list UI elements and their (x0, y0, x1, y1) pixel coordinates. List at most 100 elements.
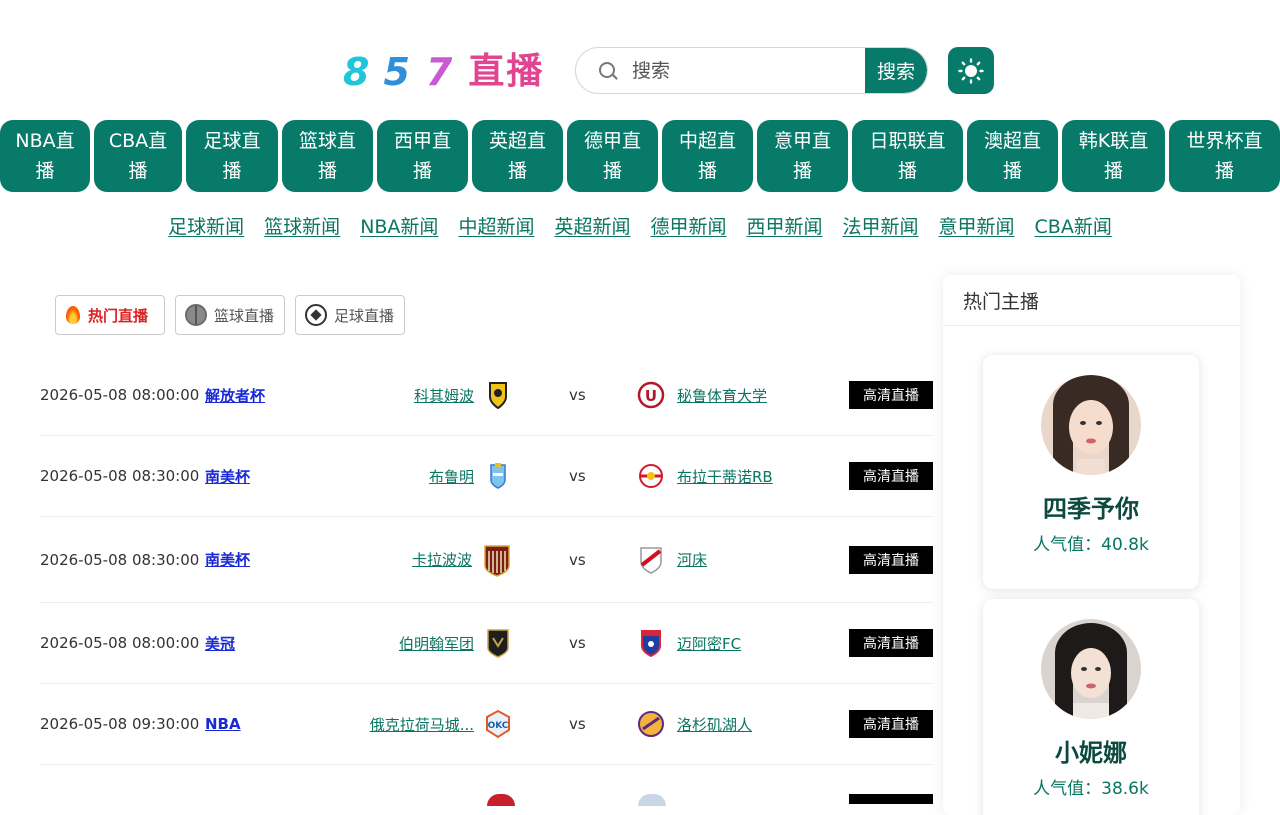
match-league[interactable]: 解放者杯 (205, 355, 265, 435)
news-link-football[interactable]: 足球新闻 (168, 212, 244, 239)
site-logo[interactable]: 8 5 7 直播 (343, 48, 544, 96)
tab-basketball-live-label: 篮球直播 (214, 306, 275, 325)
category-laliga[interactable]: 西甲直播 (377, 120, 468, 192)
category-a-league[interactable]: 澳超直播 (967, 120, 1058, 192)
match-vs: vs (569, 634, 586, 652)
tab-football-live-label: 足球直播 (334, 306, 395, 325)
tab-hot-live-label: 热门直播 (88, 306, 149, 325)
search-icon (598, 61, 618, 81)
match-time: 2026-05-08 08:30:00 (40, 550, 200, 569)
anchor-card[interactable]: 小妮娜 人气值：38.6k (983, 599, 1199, 815)
match-row[interactable]: 2026-05-08 08:30:00 南美杯 布鲁明 vs 布拉干蒂诺RB 高… (40, 436, 933, 517)
news-link-ligue1[interactable]: 法甲新闻 (843, 212, 919, 239)
panel-title: 热门主播 (943, 275, 1240, 326)
away-team-badge-icon (641, 630, 661, 658)
match-home-team[interactable]: 卡拉波波 (412, 517, 512, 602)
news-nav: 足球新闻 篮球新闻 NBA新闻 中超新闻 英超新闻 德甲新闻 西甲新闻 法甲新闻… (0, 212, 1280, 239)
next-row-hd-button[interactable] (849, 794, 933, 804)
category-football[interactable]: 足球直播 (186, 120, 278, 192)
home-team-badge-icon (489, 382, 507, 410)
match-home-team[interactable]: 科其姆波 (414, 355, 512, 435)
hd-live-button[interactable]: 高清直播 (849, 710, 933, 738)
flame-icon (65, 304, 81, 326)
category-premier-league[interactable]: 英超直播 (472, 120, 563, 192)
news-link-nba[interactable]: NBA新闻 (360, 212, 438, 239)
next-row-away-badge-icon (638, 794, 666, 806)
category-cba[interactable]: CBA直播 (94, 120, 182, 192)
anchor-name: 四季予你 (1043, 495, 1139, 523)
anchor-name: 小妮娜 (1055, 739, 1127, 767)
match-away-team[interactable]: 布拉干蒂诺RB (637, 436, 773, 516)
match-time: 2026-05-08 08:00:00 (40, 634, 200, 652)
logo-digit-5: 5 (383, 50, 412, 94)
search-input[interactable] (630, 58, 864, 83)
anchor-card[interactable]: 四季予你 人气值：40.8k (983, 355, 1199, 589)
match-away-team[interactable]: 迈阿密FC (637, 603, 741, 683)
svg-text:OKC: OKC (488, 721, 509, 731)
hot-anchors-panel: 热门主播 四季予你 人气值：40.8k 小妮娜 人气值：38.6k (943, 275, 1240, 815)
category-serie-a[interactable]: 意甲直播 (757, 120, 848, 192)
match-league[interactable]: 南美杯 (205, 517, 250, 602)
away-team-badge-icon (640, 546, 662, 574)
match-row[interactable]: 2026-05-08 08:00:00 解放者杯 科其姆波 vs U 秘鲁体育大… (40, 355, 933, 436)
match-row[interactable]: 2026-05-08 09:30:00 NBA 俄克拉荷马城... OKC vs… (40, 684, 933, 765)
home-team-name: 科其姆波 (413, 386, 474, 405)
home-team-badge-icon (487, 629, 509, 658)
news-link-premier-league[interactable]: 英超新闻 (554, 212, 630, 239)
hd-live-button[interactable]: 高清直播 (849, 381, 933, 409)
match-home-team[interactable]: 布鲁明 (429, 436, 512, 516)
category-nba[interactable]: NBA直播 (0, 120, 90, 192)
logo-digit-7: 7 (425, 50, 455, 94)
category-basketball[interactable]: 篮球直播 (282, 120, 373, 192)
home-team-badge-icon: OKC (486, 709, 510, 739)
away-team-name: 秘鲁体育大学 (677, 386, 768, 405)
match-league[interactable]: 南美杯 (205, 436, 250, 516)
news-link-laliga[interactable]: 西甲新闻 (746, 212, 822, 239)
home-team-name: 俄克拉荷马城... (369, 715, 474, 734)
category-world-cup[interactable]: 世界杯直播 (1169, 120, 1280, 192)
category-j-league[interactable]: 日职联直播 (852, 120, 963, 192)
news-link-bundesliga[interactable]: 德甲新闻 (650, 212, 726, 239)
match-away-team[interactable]: 洛杉矶湖人 (637, 684, 752, 764)
match-home-team[interactable]: 伯明翰军团 (399, 603, 512, 683)
search-button[interactable]: 搜索 (865, 48, 927, 93)
match-league[interactable]: 美冠 (205, 603, 235, 683)
tab-basketball-live[interactable]: 篮球直播 (175, 295, 285, 335)
away-team-name: 洛杉矶湖人 (677, 715, 753, 734)
match-row[interactable]: 2026-05-08 08:00:00 美冠 伯明翰军团 vs 迈阿密FC 高清… (40, 603, 933, 684)
away-team-name: 河床 (677, 551, 708, 569)
tab-football-live[interactable]: 足球直播 (295, 295, 405, 335)
hd-live-button[interactable]: 高清直播 (849, 462, 933, 490)
category-bundesliga[interactable]: 德甲直播 (567, 120, 658, 192)
match-away-team[interactable]: 河床 (637, 517, 707, 602)
news-link-csl[interactable]: 中超新闻 (458, 212, 534, 239)
match-league[interactable]: NBA (205, 684, 241, 764)
news-link-cba[interactable]: CBA新闻 (1035, 212, 1112, 239)
news-link-basketball[interactable]: 篮球新闻 (264, 212, 340, 239)
match-away-team[interactable]: U 秘鲁体育大学 (637, 355, 767, 435)
category-k-league[interactable]: 韩K联直播 (1062, 120, 1165, 192)
next-row-home-badge-icon (487, 794, 515, 806)
category-csl[interactable]: 中超直播 (662, 120, 753, 192)
anchor-popularity: 人气值：38.6k (1033, 779, 1149, 799)
away-team-name: 布拉干蒂诺RB (677, 467, 773, 486)
hd-live-button[interactable]: 高清直播 (849, 629, 933, 657)
logo-word: 直播 (468, 51, 545, 92)
basketball-icon (185, 304, 207, 326)
theme-toggle-button[interactable] (948, 47, 994, 94)
news-link-serie-a[interactable]: 意甲新闻 (939, 212, 1015, 239)
match-row[interactable]: 2026-05-08 08:30:00 南美杯 卡拉波波 vs 河床 高清直播 (40, 517, 933, 603)
avatar (1041, 619, 1141, 719)
match-time: 2026-05-08 09:30:00 (40, 715, 200, 733)
home-team-badge-icon (490, 463, 506, 489)
hd-live-button[interactable]: 高清直播 (849, 545, 933, 574)
home-team-name: 卡拉波波 (411, 551, 472, 569)
match-vs: vs (569, 550, 586, 569)
avatar (1041, 375, 1141, 475)
match-home-team[interactable]: 俄克拉荷马城... OKC (370, 684, 512, 764)
away-team-badge-icon: U (637, 381, 665, 409)
football-icon (305, 304, 327, 326)
tab-hot-live[interactable]: 热门直播 (55, 295, 165, 335)
match-time: 2026-05-08 08:00:00 (40, 386, 200, 404)
sun-icon (958, 57, 984, 84)
